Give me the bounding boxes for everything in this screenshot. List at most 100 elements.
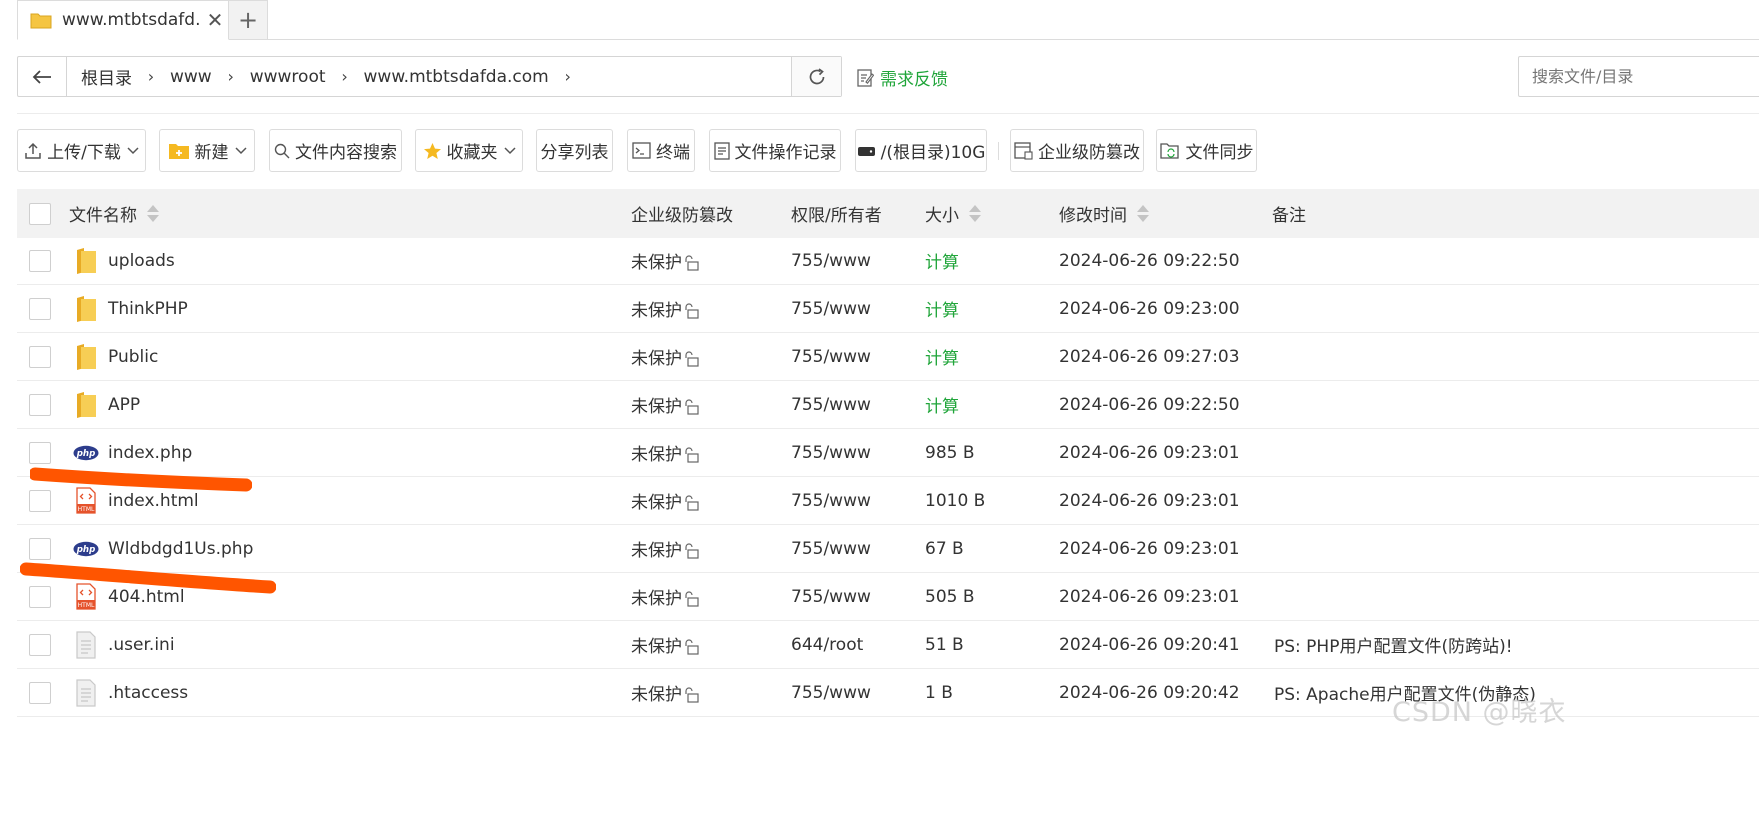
permission-cell[interactable]: 755/www [791,285,871,332]
unlocked-icon[interactable] [684,398,700,415]
table-row[interactable]: ThinkPHP 未保护 755/www 计算 2024-06-26 09:23:00 [17,285,1759,333]
row-checkbox[interactable] [29,681,51,704]
row-checkbox[interactable] [29,633,51,656]
table-row[interactable]: APP 未保护 755/www 计算 2024-06-26 09:22:50 [17,381,1759,429]
header-mtime[interactable]: 修改时间 [1059,189,1149,238]
tamper-protection-button[interactable]: 企业级防篡改 [1010,129,1144,172]
permission-value[interactable]: 755/www [791,491,871,511]
file-name-cell[interactable]: Public [73,333,158,380]
breadcrumb-wwwroot[interactable]: wwwroot [244,67,332,87]
table-row[interactable]: php index.php 未保护 755/www 985 B 2024-06-26 09… [17,429,1759,477]
permission-cell[interactable]: 755/www [791,525,871,572]
permission-cell[interactable]: 755/www [791,333,871,380]
back-button[interactable] [18,57,67,96]
search-input[interactable] [1518,56,1759,97]
unlocked-icon[interactable] [684,638,700,655]
table-row[interactable]: .user.ini 未保护 644/root 51 B 2024-06-26 09:20… [17,621,1759,669]
table-row[interactable]: HTML index.html 未保护 755/www 1010 B 2024-06-26… [17,477,1759,525]
file-name[interactable]: Public [108,347,158,367]
permission-value[interactable]: 755/www [791,683,871,703]
protect-cell[interactable]: 未保护 [631,333,700,380]
row-checkbox[interactable] [29,345,51,368]
file-sync-button[interactable]: 文件同步 [1156,129,1257,172]
table-row[interactable]: php Wldbdgd1Us.php 未保护 755/www 67 B 2024-06-2… [17,525,1759,573]
sort-icon[interactable] [1137,205,1149,222]
row-checkbox[interactable] [29,489,51,512]
note-cell[interactable]: PS: Apache用户配置文件(伪静态) [1274,669,1536,716]
permission-value[interactable]: 755/www [791,587,871,607]
row-checkbox[interactable] [29,297,51,320]
unlocked-icon[interactable] [684,302,700,319]
protect-cell[interactable]: 未保护 [631,285,700,332]
permission-cell[interactable]: 755/www [791,477,871,524]
permission-value[interactable]: 755/www [791,347,871,367]
permission-cell[interactable]: 755/www [791,381,871,428]
file-name[interactable]: Wldbdgd1Us.php [108,539,253,559]
file-name[interactable]: ThinkPHP [108,299,188,319]
protect-cell[interactable]: 未保护 [631,237,700,284]
select-all-checkbox[interactable] [29,202,51,225]
header-size[interactable]: 大小 [925,189,981,238]
close-tab-icon[interactable]: ✕ [202,8,228,32]
upload-download-button[interactable]: 上传/下载 [17,129,146,172]
permission-cell[interactable]: 755/www [791,429,871,476]
header-name[interactable]: 文件名称 [69,189,159,238]
calculate-size-link[interactable]: 计算 [925,392,959,417]
file-name-cell[interactable]: php Wldbdgd1Us.php [73,525,253,572]
file-name-cell[interactable]: ThinkPHP [73,285,188,332]
breadcrumb-www[interactable]: www [164,67,218,87]
file-name[interactable]: .user.ini [108,635,175,655]
refresh-button[interactable] [791,57,841,96]
unlocked-icon[interactable] [684,686,700,703]
terminal-button[interactable]: 终端 [627,129,695,172]
operation-log-button[interactable]: 文件操作记录 [709,129,841,172]
note-cell[interactable]: PS: PHP用户配置文件(防跨站)! [1274,621,1513,668]
row-checkbox[interactable] [29,441,51,464]
permission-cell[interactable]: 644/root [791,621,863,668]
unlocked-icon[interactable] [684,542,700,559]
file-name-cell[interactable]: php index.php [73,429,192,476]
file-name-cell[interactable]: uploads [73,237,175,284]
file-name[interactable]: APP [108,395,140,415]
size-cell[interactable]: 计算 [925,285,959,332]
sort-icon[interactable] [969,205,981,222]
disk-button[interactable]: /(根目录)10G [855,129,987,172]
protect-cell[interactable]: 未保护 [631,381,700,428]
file-name[interactable]: index.html [108,491,199,511]
add-tab-button[interactable]: + [229,0,268,40]
new-button[interactable]: 新建 [159,129,255,172]
permission-value[interactable]: 755/www [791,299,871,319]
table-row[interactable]: HTML 404.html 未保护 755/www 505 B 2024-06-26 09… [17,573,1759,621]
unlocked-icon[interactable] [684,350,700,367]
row-checkbox[interactable] [29,585,51,608]
calculate-size-link[interactable]: 计算 [925,344,959,369]
file-name-cell[interactable]: .htaccess [73,669,188,716]
table-row[interactable]: .htaccess 未保护 755/www 1 B 2024-06-26 09:20:4… [17,669,1759,717]
breadcrumb-site[interactable]: www.mtbtsdafda.com [358,67,555,87]
tab-current-folder[interactable]: www.mtbtsdafd... ✕ [17,0,229,40]
content-search-button[interactable]: 文件内容搜索 [269,129,402,172]
feedback-link[interactable]: 需求反馈 [857,64,948,90]
share-list-button[interactable]: 分享列表 [536,129,613,172]
unlocked-icon[interactable] [684,254,700,271]
permission-cell[interactable]: 755/www [791,237,871,284]
sort-icon[interactable] [147,205,159,222]
calculate-size-link[interactable]: 计算 [925,296,959,321]
row-checkbox[interactable] [29,537,51,560]
permission-value[interactable]: 755/www [791,395,871,415]
size-cell[interactable]: 计算 [925,237,959,284]
protect-cell[interactable]: 未保护 [631,669,700,716]
table-row[interactable]: uploads 未保护 755/www 计算 2024-06-26 09:22:50 [17,237,1759,285]
file-name[interactable]: 404.html [108,587,185,607]
size-cell[interactable]: 计算 [925,333,959,380]
favorites-button[interactable]: 收藏夹 [415,129,523,172]
permission-cell[interactable]: 755/www [791,573,871,620]
file-name-cell[interactable]: HTML 404.html [73,573,185,620]
file-name-cell[interactable]: HTML index.html [73,477,199,524]
protect-cell[interactable]: 未保护 [631,621,700,668]
unlocked-icon[interactable] [684,494,700,511]
file-name-cell[interactable]: APP [73,381,140,428]
protect-cell[interactable]: 未保护 [631,525,700,572]
breadcrumb-root[interactable]: 根目录 [75,64,138,89]
row-checkbox[interactable] [29,249,51,272]
